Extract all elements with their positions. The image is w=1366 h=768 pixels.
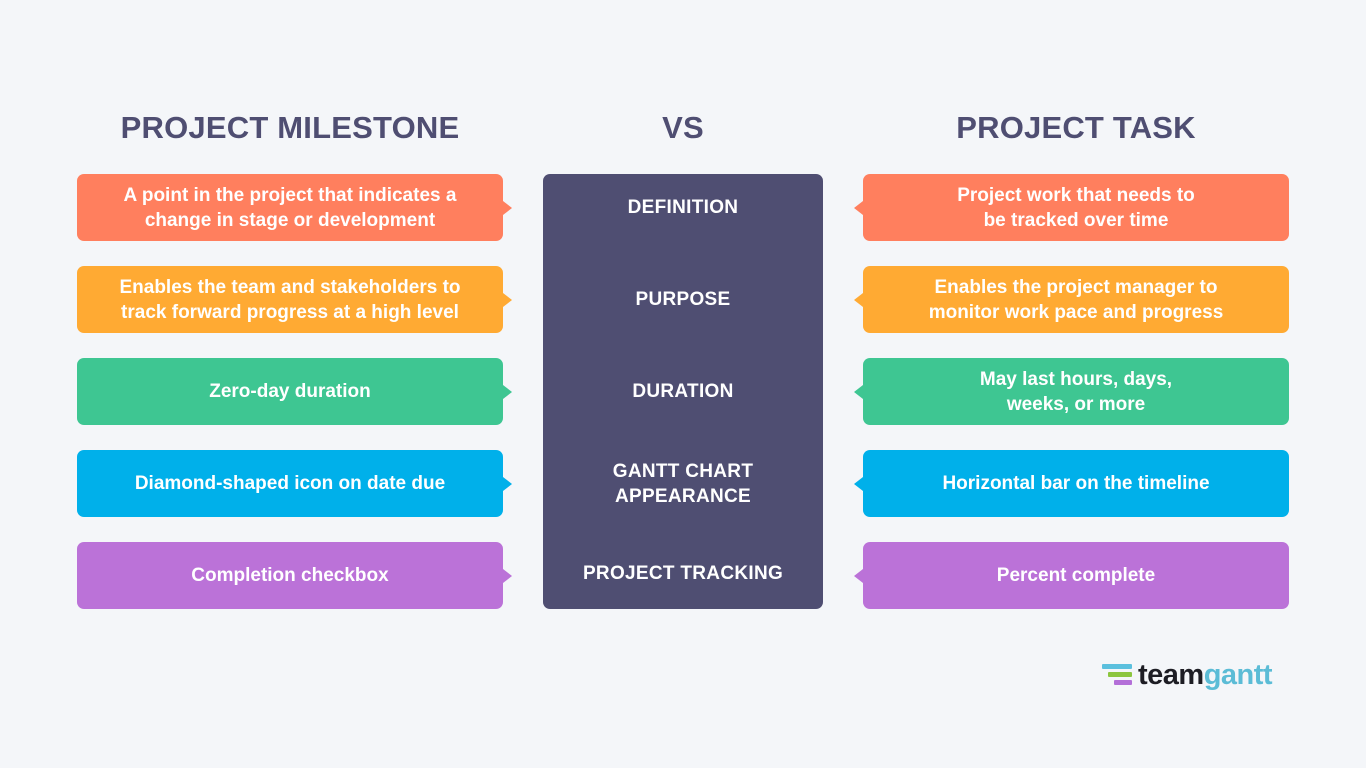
task-definition-text: Project work that needs to be tracked ov… <box>957 184 1195 231</box>
milestone-tracking-card: Completion checkbox <box>77 542 512 609</box>
category-gantt-appearance: GANTT CHART APPEARANCE <box>612 460 754 507</box>
milestone-purpose-card: Enables the team and stakeholders to tra… <box>77 266 512 333</box>
category-definition: DEFINITION <box>627 197 739 218</box>
logo-wordmark: teamgantt <box>1138 658 1273 692</box>
task-gantt-appearance-card: Horizontal bar on the timeline <box>854 450 1289 517</box>
milestone-definition-card: A point in the project that indicates a … <box>77 174 512 241</box>
milestone-duration-card: Zero-day duration <box>77 358 512 425</box>
task-purpose-card: Enables the project manager to monitor w… <box>854 266 1289 333</box>
task-purpose-text: Enables the project manager to monitor w… <box>928 276 1224 323</box>
task-heading: PROJECT TASK <box>956 110 1196 145</box>
milestone-heading: PROJECT MILESTONE <box>120 110 460 145</box>
category-project-tracking: PROJECT TRACKING <box>582 563 784 584</box>
task-definition-card: Project work that needs to be tracked ov… <box>854 174 1289 241</box>
teamgantt-bars-icon <box>1102 661 1134 689</box>
task-duration-text: May last hours, days, weeks, or more <box>979 368 1173 415</box>
milestone-duration-text: Zero-day duration <box>209 381 371 402</box>
milestone-gantt-appearance-text: Diamond-shaped icon on date due <box>134 473 446 494</box>
logo-team-text: team <box>1138 658 1204 691</box>
milestone-gantt-appearance-card: Diamond-shaped icon on date due <box>77 450 512 517</box>
teamgantt-logo: teamgantt <box>1102 658 1273 692</box>
category-purpose: PURPOSE <box>635 289 731 310</box>
logo-gantt-text: gantt <box>1203 658 1273 691</box>
vs-heading: VS <box>662 110 704 145</box>
category-duration: DURATION <box>632 381 734 402</box>
milestone-definition-text: A point in the project that indicates a … <box>123 184 457 231</box>
task-gantt-appearance-text: Horizontal bar on the timeline <box>942 473 1210 494</box>
task-tracking-card: Percent complete <box>854 542 1289 609</box>
task-duration-card: May last hours, days, weeks, or more <box>854 358 1289 425</box>
category-panel: DEFINITION PURPOSE DURATION GANTT CHART … <box>543 174 823 609</box>
milestone-tracking-text: Completion checkbox <box>191 565 389 586</box>
milestone-purpose-text: Enables the team and stakeholders to tra… <box>119 276 461 323</box>
task-tracking-text: Percent complete <box>996 565 1156 586</box>
